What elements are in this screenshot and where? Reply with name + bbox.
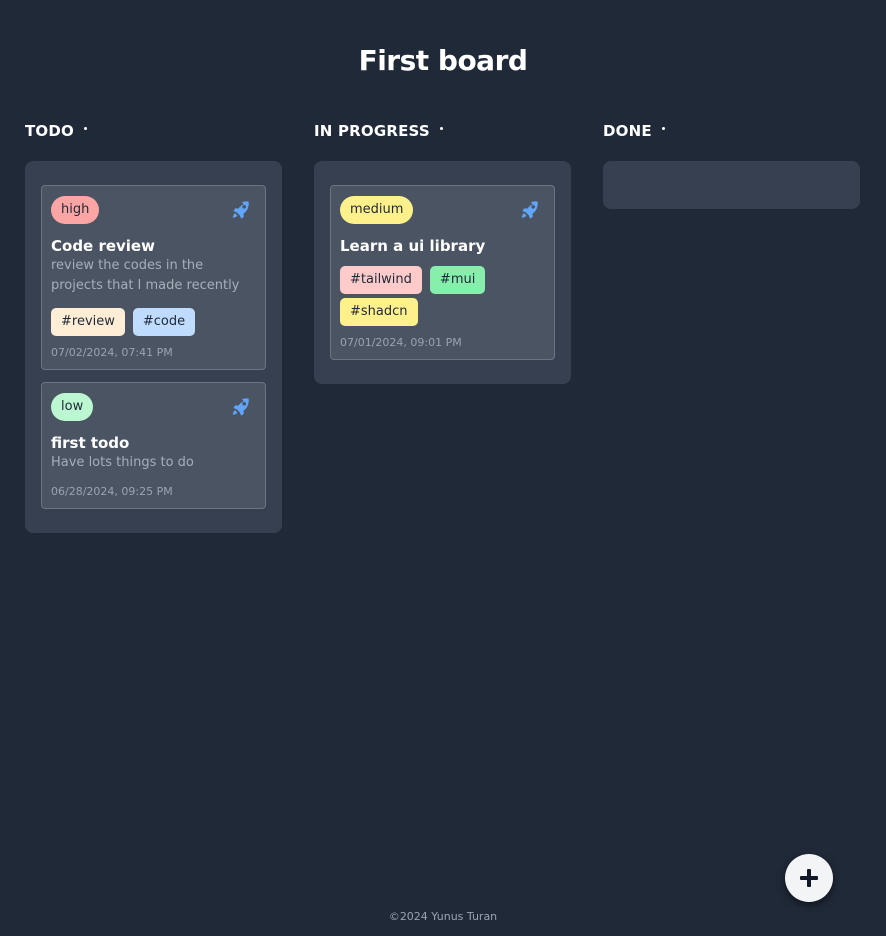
priority-badge: medium	[340, 196, 414, 224]
tag: #shadcn	[340, 298, 418, 326]
priority-badge: high	[51, 196, 100, 224]
column-body: high Code review review the codes in the…	[25, 161, 282, 533]
column-body: medium Learn a ui library #tailwind #mui…	[314, 161, 571, 384]
board-title: First board	[358, 44, 528, 77]
tag: #mui	[429, 266, 486, 294]
tag: #code	[132, 308, 196, 336]
card-date: 07/01/2024, 09:01 PM	[340, 336, 462, 349]
rocket-icon[interactable]	[230, 396, 252, 418]
footer-copyright: ©2024 Yunus Turan	[388, 910, 498, 923]
column-todo: TODO high Code review review the codes i…	[25, 122, 282, 533]
card-description: Have lots things to do	[51, 455, 194, 470]
card-title: Code review	[51, 237, 155, 255]
task-card[interactable]: high Code review review the codes in the…	[41, 185, 266, 370]
rocket-icon[interactable]	[519, 199, 541, 221]
column-menu-dot[interactable]	[84, 127, 87, 130]
task-card[interactable]: low first todo Have lots things to do 06…	[41, 382, 266, 509]
task-card[interactable]: medium Learn a ui library #tailwind #mui…	[330, 185, 555, 360]
card-title: first todo	[51, 434, 130, 452]
card-title: Learn a ui library	[340, 237, 486, 255]
column-header: TODO	[25, 122, 282, 146]
column-in-progress: IN PROGRESS medium Learn a ui library #t…	[314, 122, 571, 384]
column-title: TODO	[25, 122, 74, 140]
column-title: DONE	[603, 122, 652, 140]
add-card-button[interactable]	[785, 854, 833, 902]
tag: #review	[51, 308, 125, 336]
kanban-page: First board TODO high Code review review…	[0, 0, 886, 936]
tag: #tailwind	[340, 266, 422, 294]
tag-list: #tailwind #mui #shadcn	[340, 266, 545, 326]
rocket-icon[interactable]	[230, 199, 252, 221]
card-date: 06/28/2024, 09:25 PM	[51, 485, 173, 498]
tag-list: #review #code	[51, 308, 256, 336]
card-description: review the codes in the projects that I …	[51, 258, 240, 293]
card-date: 07/02/2024, 07:41 PM	[51, 346, 173, 359]
column-menu-dot[interactable]	[439, 127, 443, 130]
column-menu-dot[interactable]	[661, 127, 665, 130]
column-header: DONE	[603, 122, 860, 146]
column-done: DONE	[603, 122, 860, 209]
column-header: IN PROGRESS	[314, 122, 571, 146]
priority-badge: low	[51, 393, 94, 421]
column-body-empty[interactable]	[603, 161, 860, 209]
column-title: IN PROGRESS	[314, 122, 430, 140]
plus-icon	[800, 869, 818, 887]
